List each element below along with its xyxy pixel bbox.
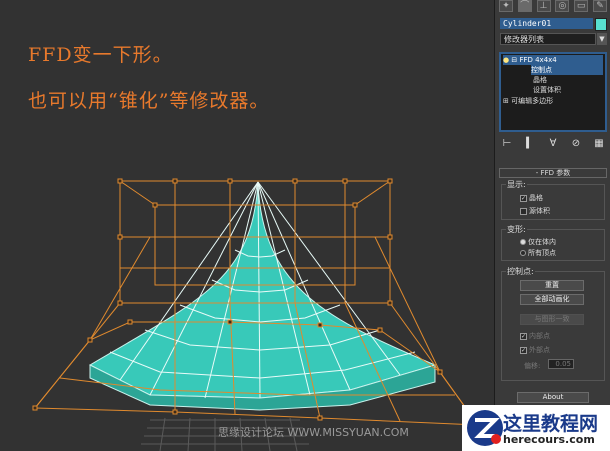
pin-stack-icon[interactable]: ⊢ [499,138,515,150]
inside-points-checkbox[interactable]: ✓ 内部点 [520,331,550,341]
lattice-label: 晶格 [529,194,543,202]
display-group: 显示: ✓ 晶格 源体积 [501,179,605,220]
check-icon: ✓ [520,194,527,202]
create-icon[interactable]: ✦ [499,0,513,12]
ffd-scene[interactable] [0,0,494,451]
plus-toggle-icon[interactable]: ⊞ [503,97,511,105]
remove-modifier-icon[interactable]: ⊘ [568,138,584,150]
make-unique-icon[interactable]: ∀ [545,138,561,150]
cylinder-mesh[interactable] [88,181,437,411]
display-group-title: 显示: [506,179,527,190]
chevron-down-icon[interactable]: ▼ [597,33,607,45]
offset-label: 偏移: [524,362,541,370]
stack-toolbar: ⊢ ▍ ∀ ⊘ ▦ [499,138,607,152]
all-vertices-label: 所有顶点 [528,249,556,257]
all-vertices-radio[interactable]: 所有顶点 [520,248,556,258]
outside-points-checkbox[interactable]: ✓ 外部点 [520,345,550,355]
caption-line-1: FFD变一下形。 [28,44,173,66]
radio-dot [520,239,526,245]
reset-button[interactable]: 重置 [520,280,584,291]
modifier-list-dropdown[interactable]: 修改器列表 [500,33,596,45]
perspective-viewport[interactable]: FFD变一下形。 也可以用“锥化”等修改器。 思缘设计论坛 WWW.MISSYU… [0,0,494,451]
stack-item-label: 可编辑多边形 [511,97,554,105]
forum-watermark: 思缘设计论坛 WWW.MISSYUAN.COM [218,426,409,439]
deform-group: 变形: 仅在体内 所有顶点 [501,224,605,261]
configure-sets-icon[interactable]: ▦ [591,138,607,150]
object-name-field[interactable]: Cylinder01 [500,18,593,29]
control-points-group-title: 控制点: [506,266,535,277]
object-color-swatch[interactable] [595,18,607,31]
site-logo-title: 这里教程网 [503,413,599,435]
motion-icon[interactable]: ◎ [555,0,570,12]
outside-points-label: 外部点 [529,346,550,354]
checkbox-box [520,207,527,215]
stack-item-ffd[interactable]: ● ⊟ FFD 4x4x4 [503,55,603,65]
ffd-params-rollout-header[interactable]: - FFD 参数 [499,168,607,178]
modify-icon[interactable]: ⌒ [517,0,532,12]
source-volume-checkbox[interactable]: 源体积 [520,206,550,216]
check-icon: ✓ [520,346,527,354]
deform-group-title: 变形: [506,224,527,235]
command-panel-tabs: ✦ ⌒ ⊥ ◎ ▭ ✎ [499,0,607,14]
site-logo-icon [467,410,503,446]
site-logo-url: herecours.com [503,433,595,446]
about-button[interactable]: About [517,392,589,403]
inside-volume-label: 仅在体内 [528,238,556,246]
stack-item-set-volume[interactable]: 设置体积 [533,85,561,95]
control-points-group: 控制点: 重置 全部动画化 与图形一致 ✓ 内部点 ✓ 外部点 偏移: 0.05 [501,266,605,381]
stack-item-control-points[interactable]: 控制点 [531,65,603,75]
radio-dot [520,250,526,256]
rollout-title: FFD 参数 [540,169,571,177]
check-icon: ✓ [520,332,527,340]
lattice-checkbox[interactable]: ✓ 晶格 [520,193,543,203]
caption-line-2: 也可以用“锥化”等修改器。 [28,90,270,112]
stack-item-editable-poly[interactable]: ⊞ 可编辑多边形 [503,96,603,106]
command-panel: ✦ ⌒ ⊥ ◎ ▭ ✎ Cylinder01 修改器列表 ▼ ● ⊟ FFD 4… [494,0,610,451]
display-icon[interactable]: ▭ [574,0,589,12]
inside-volume-radio[interactable]: 仅在体内 [520,237,556,247]
source-volume-label: 源体积 [529,207,550,215]
stack-item-lattice[interactable]: 晶格 [533,75,547,85]
conform-to-shape-button[interactable]: 与图形一致 [520,314,584,325]
show-end-result-icon[interactable]: ▍ [522,138,538,150]
offset-spinner[interactable]: 0.05 [548,359,574,369]
hierarchy-icon[interactable]: ⊥ [536,0,551,12]
utilities-icon[interactable]: ✎ [592,0,607,12]
animate-all-button[interactable]: 全部动画化 [520,294,584,305]
lightbulb-icon[interactable]: ● [503,56,509,64]
stack-item-label: FFD 4x4x4 [519,56,557,64]
inside-points-label: 内部点 [529,332,550,340]
modifier-stack[interactable]: ● ⊟ FFD 4x4x4 控制点 晶格 设置体积 ⊞ 可编辑多边形 [499,52,607,132]
